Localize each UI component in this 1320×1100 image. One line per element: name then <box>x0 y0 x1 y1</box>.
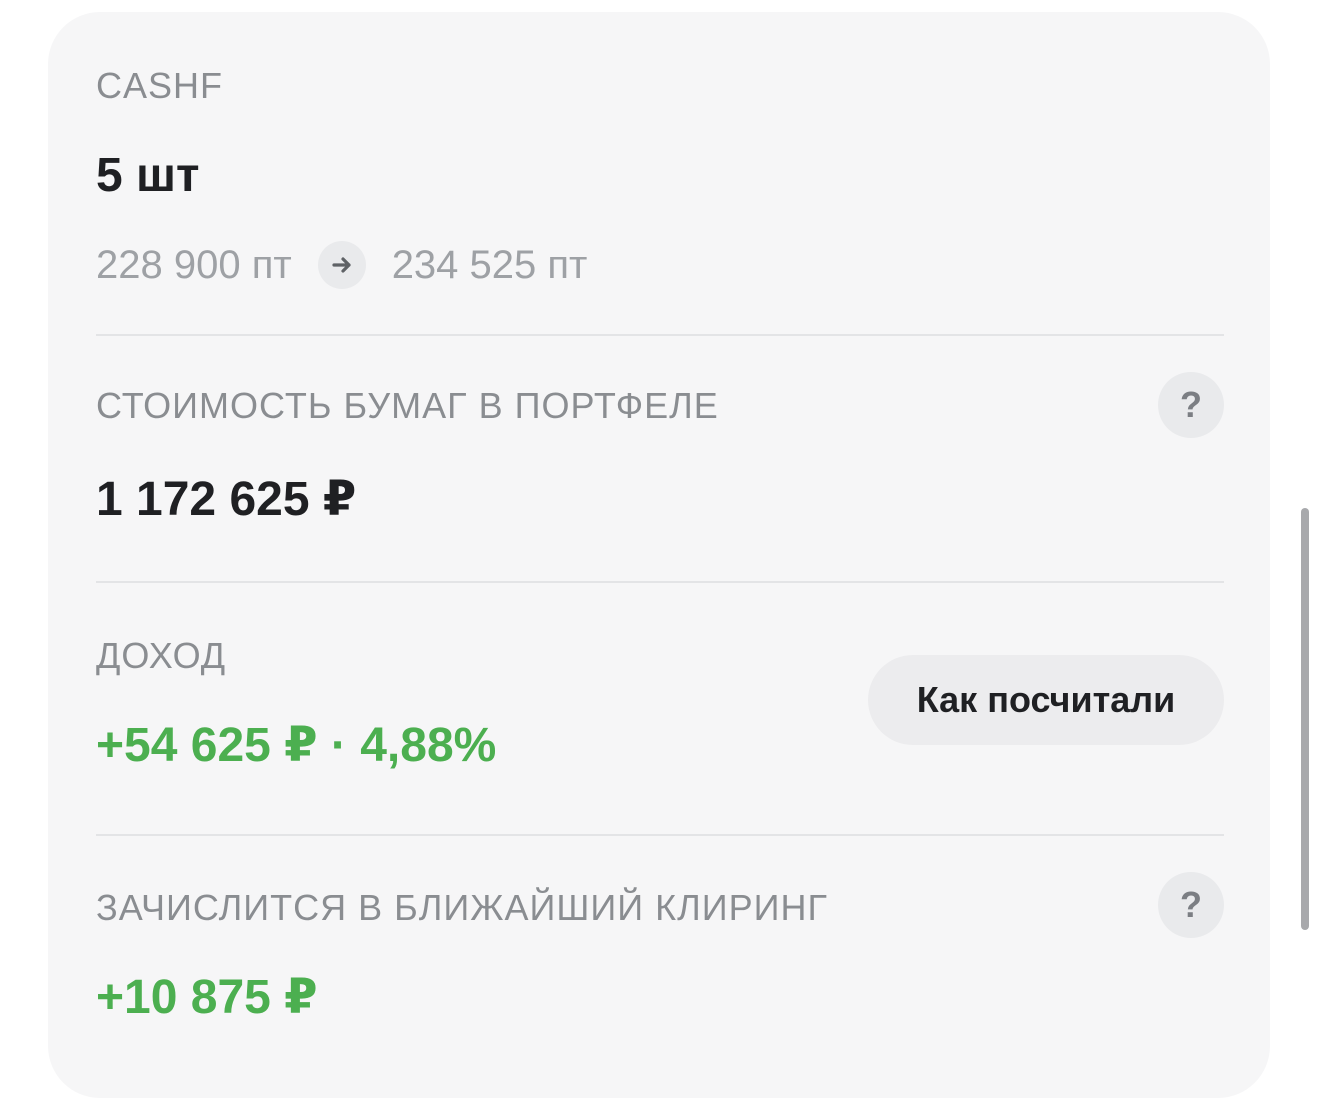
position-card: CASHF 5 шт 228 900 пт 234 525 пт СТОИМОС… <box>48 12 1270 1098</box>
quantity-value: 5 шт <box>96 149 200 202</box>
how-calculated-button[interactable]: Как посчитали <box>868 655 1224 745</box>
scrollbar[interactable] <box>1301 508 1309 930</box>
ticker-label: CASHF <box>96 65 224 106</box>
clearing-label: ЗАЧИСЛИТСЯ В БЛИЖАЙШИЙ КЛИРИНГ <box>96 887 828 928</box>
question-icon: ? <box>1180 384 1202 425</box>
arrow-right-icon <box>317 241 366 289</box>
clearing-help-button[interactable]: ? <box>1158 872 1224 938</box>
portfolio-value-label: СТОИМОСТЬ БУМАГ В ПОРТФЕЛЕ <box>96 385 719 426</box>
portfolio-value-help-button[interactable]: ? <box>1158 372 1224 438</box>
price-from: 228 900 пт <box>96 243 292 287</box>
divider <box>96 581 1224 583</box>
question-icon: ? <box>1180 884 1202 925</box>
price-to: 234 525 пт <box>391 243 588 287</box>
divider <box>96 834 1224 836</box>
price-change-row: 228 900 пт 234 525 пт <box>96 241 1224 289</box>
divider <box>96 334 1224 336</box>
portfolio-value-amount: 1 172 625 ₽ <box>96 473 357 526</box>
clearing-value: +10 875 ₽ <box>96 971 318 1024</box>
